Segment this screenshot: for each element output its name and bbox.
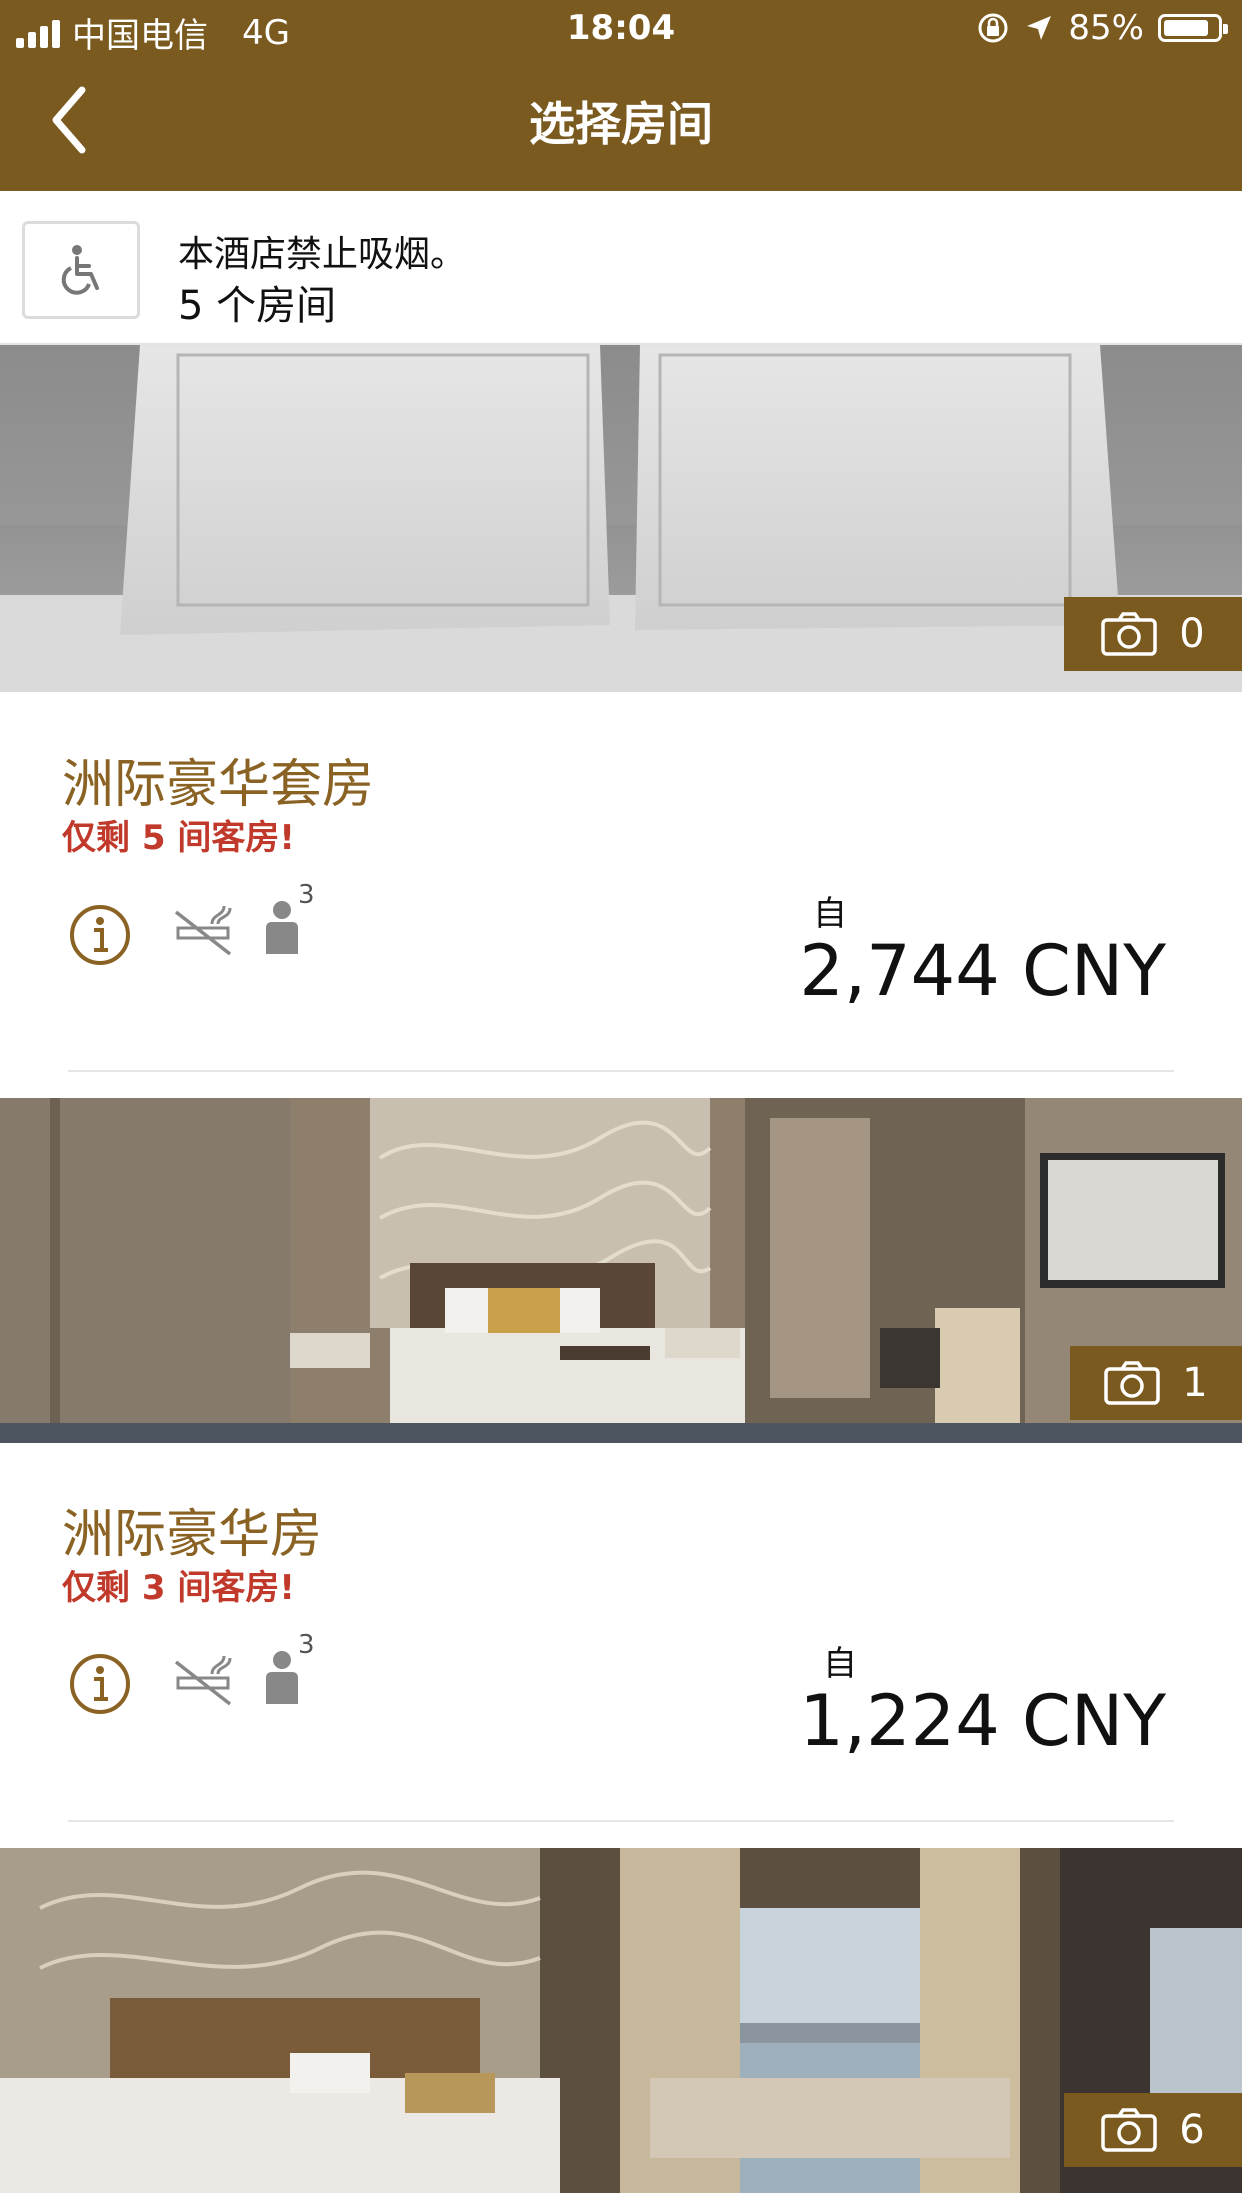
room-photo-1[interactable]: 1 <box>0 1098 1242 1443</box>
location-arrow-icon <box>1027 16 1052 40</box>
person-icon <box>266 1651 298 1704</box>
photo-count-badge[interactable]: 6 <box>1064 2093 1242 2167</box>
status-bar: 中国电信 4G 18:04 85% <box>0 0 1242 62</box>
room-availability: 仅剩 3 间客房! <box>62 1568 295 1608</box>
room-name[interactable]: 洲际豪华房 <box>62 1492 322 1567</box>
pillows-photo <box>0 345 1242 692</box>
camera-icon <box>1101 2108 1158 2152</box>
camera-icon <box>1104 1361 1161 1405</box>
room-price: 2,744 CNY <box>799 930 1166 1012</box>
divider <box>68 1070 1174 1072</box>
status-right: 85% <box>976 8 1228 48</box>
occupancy-count: 3 <box>298 1630 315 1660</box>
person-icon <box>266 901 298 954</box>
wheelchair-accessible-icon <box>61 245 99 295</box>
bedroom-photo <box>0 1098 1242 1443</box>
room-price: 1,224 CNY <box>799 1680 1166 1762</box>
photo-count: 0 <box>1179 611 1205 657</box>
bedroom-window-photo <box>0 1848 1242 2193</box>
info-icon[interactable] <box>68 1652 132 1716</box>
occupancy-count: 3 <box>298 880 315 910</box>
room-availability: 仅剩 5 间客房! <box>62 818 295 858</box>
app-header: 中国电信 4G 18:04 85% 选择房间 <box>0 0 1242 191</box>
accessibility-box <box>22 221 140 319</box>
price-from-label: 自 <box>813 894 847 934</box>
smoking-policy: 本酒店禁止吸烟。 <box>178 234 467 275</box>
photo-count: 1 <box>1182 1360 1208 1406</box>
info-icon[interactable] <box>68 903 132 967</box>
photo-count: 6 <box>1179 2107 1205 2153</box>
page-title: 选择房间 <box>529 97 713 151</box>
photo-count-badge[interactable]: 0 <box>1064 597 1242 671</box>
no-smoking-icon <box>174 1655 232 1706</box>
rotation-lock-icon <box>978 13 1008 43</box>
photo-count-badge[interactable]: 1 <box>1070 1346 1242 1420</box>
camera-icon <box>1101 612 1158 656</box>
divider <box>68 1820 1174 1822</box>
room-photo-0[interactable]: 0 <box>0 345 1242 692</box>
no-smoking-icon <box>174 905 232 956</box>
room-photo-2[interactable]: 6 <box>0 1848 1242 2193</box>
battery-icon <box>1158 14 1228 42</box>
room-count: 5 个房间 <box>178 283 337 329</box>
battery-percent: 85% <box>1068 8 1144 48</box>
hotel-info-bar: 本酒店禁止吸烟。 5 个房间 <box>0 191 1242 345</box>
price-from-label: 自 <box>823 1644 857 1684</box>
room-name[interactable]: 洲际豪华套房 <box>62 742 374 817</box>
